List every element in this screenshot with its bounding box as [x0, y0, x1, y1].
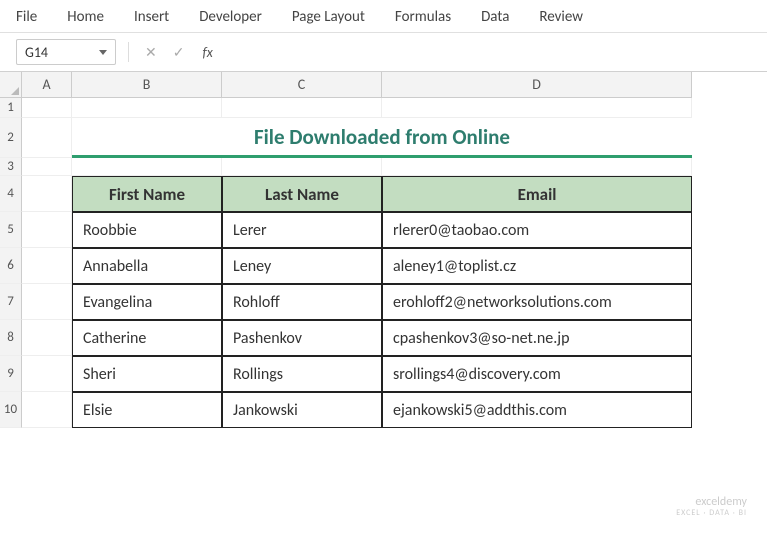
formula-bar: G14 ✕ ✓ fx	[0, 33, 767, 72]
row-7: 7 Evangelina Rohloff erohloff2@networkso…	[0, 284, 692, 320]
spreadsheet-grid: A B C D 1 2 File Downloaded from Online …	[0, 72, 767, 540]
tab-file[interactable]: File	[16, 8, 37, 26]
cell-email-1[interactable]: aleney1@toplist.cz	[382, 248, 692, 284]
cell-b1[interactable]	[72, 98, 222, 118]
cell-a10[interactable]	[22, 392, 72, 428]
watermark: exceldemy EXCEL · DATA · BI	[676, 495, 747, 519]
sheet-title[interactable]: File Downloaded from Online	[72, 118, 692, 158]
ribbon-tabs: File Home Insert Developer Page Layout F…	[0, 0, 767, 33]
row-header-4[interactable]: 4	[0, 176, 22, 212]
cell-first-2[interactable]: Evangelina	[72, 284, 222, 320]
row-1: 1	[0, 98, 692, 118]
row-header-9[interactable]: 9	[0, 356, 22, 392]
cell-last-0[interactable]: Lerer	[222, 212, 382, 248]
formula-input[interactable]	[227, 40, 757, 64]
row-10: 10 Elsie Jankowski ejankowski5@addthis.c…	[0, 392, 692, 428]
column-headers-row: A B C D	[0, 72, 692, 98]
row-header-5[interactable]: 5	[0, 212, 22, 248]
row-header-8[interactable]: 8	[0, 320, 22, 356]
row-4: 4 First Name Last Name Email	[0, 176, 692, 212]
row-header-10[interactable]: 10	[0, 392, 22, 428]
cell-last-2[interactable]: Rohloff	[222, 284, 382, 320]
cell-first-5[interactable]: Elsie	[72, 392, 222, 428]
row-9: 9 Sheri Rollings srollings4@discovery.co…	[0, 356, 692, 392]
cell-last-5[interactable]: Jankowski	[222, 392, 382, 428]
confirm-icon[interactable]: ✓	[169, 44, 189, 61]
cell-a2[interactable]	[22, 118, 72, 158]
select-all-button[interactable]	[0, 72, 22, 98]
cell-email-2[interactable]: erohloff2@networksolutions.com	[382, 284, 692, 320]
watermark-main: exceldemy	[676, 495, 747, 509]
row-header-7[interactable]: 7	[0, 284, 22, 320]
watermark-sub: EXCEL · DATA · BI	[676, 509, 747, 519]
fx-icon[interactable]: fx	[196, 44, 218, 61]
table-header-first[interactable]: First Name	[72, 176, 222, 212]
separator	[128, 42, 129, 62]
cell-d1[interactable]	[382, 98, 692, 118]
cell-first-4[interactable]: Sheri	[72, 356, 222, 392]
cell-c3[interactable]	[222, 158, 382, 176]
col-header-a[interactable]: A	[22, 72, 72, 98]
cell-email-0[interactable]: rlerer0@taobao.com	[382, 212, 692, 248]
table-header-last[interactable]: Last Name	[222, 176, 382, 212]
cell-a6[interactable]	[22, 248, 72, 284]
cell-first-0[interactable]: Roobbie	[72, 212, 222, 248]
cell-a1[interactable]	[22, 98, 72, 118]
cell-a3[interactable]	[22, 158, 72, 176]
tab-data[interactable]: Data	[481, 8, 509, 26]
cell-a8[interactable]	[22, 320, 72, 356]
row-header-3[interactable]: 3	[0, 158, 22, 176]
cell-email-5[interactable]: ejankowski5@addthis.com	[382, 392, 692, 428]
cell-email-3[interactable]: cpashenkov3@so-net.ne.jp	[382, 320, 692, 356]
cancel-icon[interactable]: ✕	[141, 44, 161, 61]
tab-formulas[interactable]: Formulas	[395, 8, 451, 26]
cell-a5[interactable]	[22, 212, 72, 248]
cell-c1[interactable]	[222, 98, 382, 118]
tab-review[interactable]: Review	[539, 8, 583, 26]
row-header-2[interactable]: 2	[0, 118, 22, 158]
cell-last-4[interactable]: Rollings	[222, 356, 382, 392]
name-box[interactable]: G14	[16, 39, 116, 65]
tab-developer[interactable]: Developer	[199, 8, 262, 26]
row-5: 5 Roobbie Lerer rlerer0@taobao.com	[0, 212, 692, 248]
tab-insert[interactable]: Insert	[134, 8, 169, 26]
col-header-c[interactable]: C	[222, 72, 382, 98]
cell-d3[interactable]	[382, 158, 692, 176]
cell-b3[interactable]	[72, 158, 222, 176]
cell-email-4[interactable]: srollings4@discovery.com	[382, 356, 692, 392]
chevron-down-icon[interactable]	[99, 50, 107, 55]
cell-first-3[interactable]: Catherine	[72, 320, 222, 356]
cell-first-1[interactable]: Annabella	[72, 248, 222, 284]
row-header-1[interactable]: 1	[0, 98, 22, 118]
tab-page-layout[interactable]: Page Layout	[292, 8, 365, 26]
row-8: 8 Catherine Pashenkov cpashenkov3@so-net…	[0, 320, 692, 356]
cell-last-3[interactable]: Pashenkov	[222, 320, 382, 356]
cell-a4[interactable]	[22, 176, 72, 212]
row-3: 3	[0, 158, 692, 176]
tab-home[interactable]: Home	[67, 8, 104, 26]
row-6: 6 Annabella Leney aleney1@toplist.cz	[0, 248, 692, 284]
table-header-email[interactable]: Email	[382, 176, 692, 212]
col-header-b[interactable]: B	[72, 72, 222, 98]
row-header-6[interactable]: 6	[0, 248, 22, 284]
cell-a9[interactable]	[22, 356, 72, 392]
cell-a7[interactable]	[22, 284, 72, 320]
cell-last-1[interactable]: Leney	[222, 248, 382, 284]
col-header-d[interactable]: D	[382, 72, 692, 98]
name-box-value: G14	[25, 44, 48, 61]
row-2: 2 File Downloaded from Online	[0, 118, 692, 158]
